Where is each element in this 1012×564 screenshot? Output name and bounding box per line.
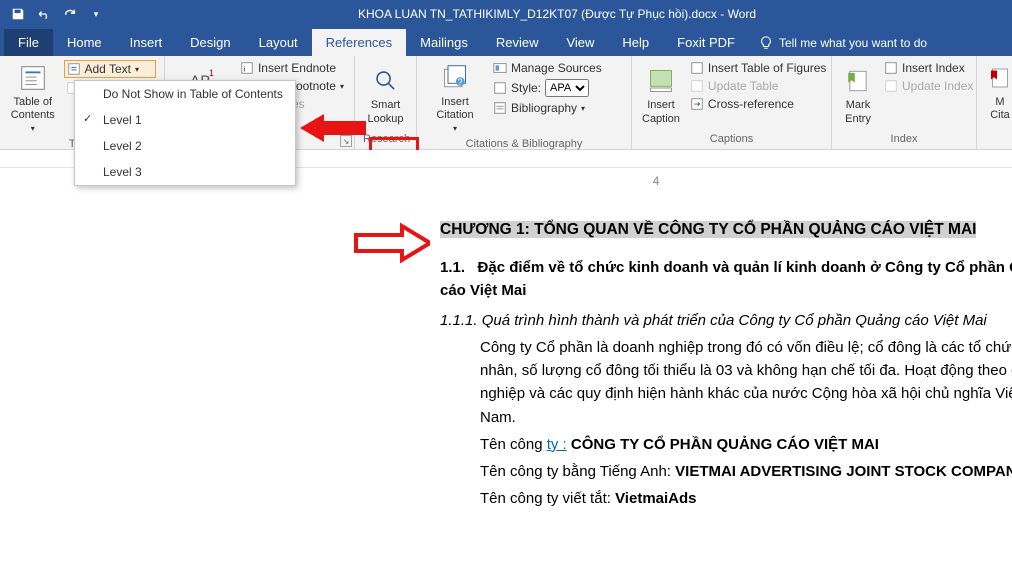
tell-me[interactable]: Tell me what you want to do [749, 30, 937, 56]
tab-view[interactable]: View [552, 29, 608, 56]
annotation-arrow-1 [300, 108, 370, 148]
tab-home[interactable]: Home [53, 29, 116, 56]
document-area[interactable]: CHƯƠNG 1: TỔNG QUAN VỀ CÔNG TY CỔ PHẦN Q… [100, 198, 1012, 511]
group-label-captions: Captions [640, 131, 823, 147]
bibliography-button[interactable]: Bibliography ▾ [491, 100, 604, 116]
paragraph-company-en[interactable]: Tên công ty bằng Tiếng Anh: VIETMAI ADVE… [440, 460, 1012, 483]
add-text-button[interactable]: Add Text ▾ [64, 60, 157, 78]
add-text-dropdown: Do Not Show in Table of Contents Level 1… [74, 80, 296, 186]
annotation-arrow-2 [352, 222, 430, 264]
paragraph-1[interactable]: Công ty Cổ phần là doanh nghiệp trong đó… [440, 336, 1012, 429]
chevron-down-icon: ▾ [31, 124, 35, 134]
smart-lookup-icon [370, 65, 402, 97]
save-button[interactable] [6, 2, 30, 26]
update-icon [690, 79, 704, 93]
tof-icon [690, 61, 704, 75]
chevron-down-icon: ▾ [135, 65, 139, 74]
insert-endnote-button[interactable]: i Insert Endnote [238, 60, 346, 76]
paragraph-company-short[interactable]: Tên công ty viết tắt: VietmaiAds [440, 487, 1012, 510]
mark-entry-icon [842, 65, 874, 97]
hyperlink-ty[interactable]: ty : [547, 436, 567, 453]
chevron-down-icon: ▾ [581, 104, 585, 113]
insert-index-icon [884, 61, 898, 75]
heading-1-1-1[interactable]: 1.1.1. Quá trình hình thành và phát triể… [440, 309, 1012, 332]
chevron-down-icon: ▾ [453, 124, 457, 134]
endnote-icon: i [240, 61, 254, 75]
insert-index-button[interactable]: Insert Index [882, 60, 975, 76]
title-bar: ▾ KHOA LUAN TN_TATHIKIMLY_D12KT07 (Được … [0, 0, 1012, 28]
undo-button[interactable] [32, 2, 56, 26]
tab-file[interactable]: File [4, 29, 53, 56]
toc-icon [17, 62, 49, 94]
redo-button[interactable] [58, 2, 82, 26]
group-captions: Insert Caption Insert Table of Figures U… [632, 56, 832, 149]
quick-access-toolbar: ▾ [6, 2, 108, 26]
toc-label: Table of Contents [11, 96, 55, 122]
qat-customize[interactable]: ▾ [84, 2, 108, 26]
tab-foxit[interactable]: Foxit PDF [663, 29, 749, 56]
update-index-icon [884, 79, 898, 93]
tell-me-label: Tell me what you want to do [779, 36, 927, 50]
add-text-icon [67, 62, 81, 76]
insert-citation-button[interactable]: ? Insert Citation ▾ [425, 60, 485, 136]
citation-style[interactable]: Style: APA [491, 78, 604, 98]
dropdown-dont-show[interactable]: Do Not Show in Table of Contents [75, 81, 295, 107]
page-number: 4 [300, 168, 1012, 198]
citation-icon: ? [439, 62, 471, 94]
group-index: Mark Entry Insert Index Update Index Ind… [832, 56, 977, 149]
group-citations: ? Insert Citation ▾ Manage Sources Style… [417, 56, 632, 149]
style-icon [493, 81, 507, 95]
dropdown-level-3[interactable]: Level 3 [75, 159, 295, 185]
svg-text:?: ? [458, 77, 463, 87]
tab-layout[interactable]: Layout [245, 29, 312, 56]
dropdown-level-1[interactable]: Level 1 [75, 107, 295, 133]
window-title: KHOA LUAN TN_TATHIKIMLY_D12KT07 (Được Tự… [108, 7, 1006, 21]
tab-references[interactable]: References [312, 29, 406, 56]
mark-entry-button[interactable]: Mark Entry [840, 60, 876, 131]
lightbulb-icon [759, 36, 773, 50]
mark-citation-icon [984, 62, 1012, 94]
group-label-index: Index [840, 131, 968, 147]
heading-1-1[interactable]: 1.1. Đặc điểm về tổ chức kinh doanh và q… [440, 256, 1012, 303]
insert-caption-button[interactable]: Insert Caption [640, 60, 682, 131]
dropdown-level-2[interactable]: Level 2 [75, 133, 295, 159]
mark-citation-button[interactable]: M Cita [985, 60, 1012, 124]
manage-sources-button[interactable]: Manage Sources [491, 60, 604, 76]
caption-icon [645, 65, 677, 97]
tab-mailings[interactable]: Mailings [406, 29, 482, 56]
tab-review[interactable]: Review [482, 29, 553, 56]
bibliography-icon [493, 101, 507, 115]
cross-ref-icon [690, 97, 704, 111]
tab-help[interactable]: Help [608, 29, 663, 56]
manage-sources-icon [493, 61, 507, 75]
ribbon: Table of Contents ▾ Add Text ▾ Update Ta… [0, 56, 1012, 150]
group-authorities: M Cita [977, 56, 1011, 149]
update-index-button[interactable]: Update Index [882, 78, 975, 94]
paragraph-company-name[interactable]: Tên công ty : CÔNG TY CỔ PHẦN QUẢNG CÁO … [440, 433, 1012, 456]
ribbon-tabs: File Home Insert Design Layout Reference… [0, 28, 1012, 56]
add-text-label: Add Text [85, 62, 131, 76]
style-select[interactable]: APA [545, 79, 589, 97]
tab-design[interactable]: Design [176, 29, 244, 56]
heading-chapter[interactable]: CHƯƠNG 1: TỔNG QUAN VỀ CÔNG TY CỔ PHẦN Q… [440, 221, 976, 238]
cross-reference-button[interactable]: Cross-reference [688, 96, 829, 112]
toc-button[interactable]: Table of Contents ▾ [8, 60, 58, 136]
chevron-down-icon: ▾ [340, 82, 344, 91]
tab-insert[interactable]: Insert [116, 29, 177, 56]
update-tof-button[interactable]: Update Table [688, 78, 829, 94]
svg-text:1: 1 [209, 68, 214, 78]
insert-tof-button[interactable]: Insert Table of Figures [688, 60, 829, 76]
